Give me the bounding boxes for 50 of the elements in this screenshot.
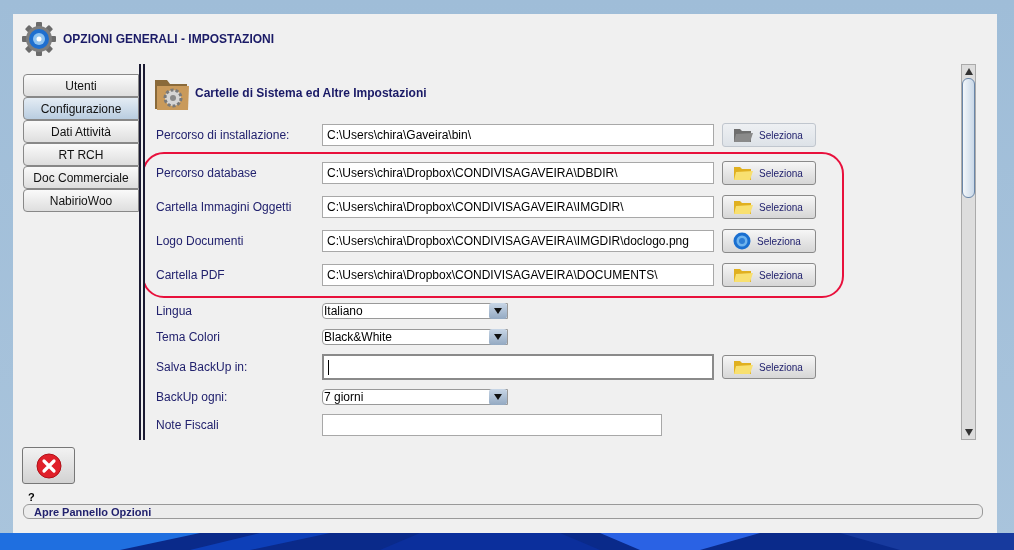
dropdown[interactable]: Italiano [322, 303, 508, 319]
path-field[interactable]: C:\Users\chira\Dropbox\CONDIVISAGAVEIRA\IMGDIR\ [322, 196, 714, 218]
field-label: Percorso database [156, 166, 258, 180]
gear-icon [21, 21, 57, 57]
folder-icon [733, 267, 753, 283]
help-mark: ? [28, 491, 36, 504]
caret-icon [494, 308, 502, 314]
folder-icon [733, 199, 753, 215]
select-button[interactable]: Seleziona [722, 229, 816, 253]
folder-icon [733, 165, 753, 181]
field-label: Salva BackUp in: [156, 360, 249, 374]
tab[interactable]: NabirioWoo [23, 189, 139, 212]
text-field[interactable] [322, 414, 662, 436]
field-label: Logo Documenti [156, 234, 245, 248]
field-label: Tema Colori [156, 330, 222, 344]
field-label: Cartella PDF [156, 268, 226, 282]
folder-icon [733, 359, 753, 375]
scroll-up-icon[interactable] [964, 68, 973, 75]
path-field[interactable]: C:\Users\chira\Dropbox\CONDIVISAGAVEIRA\DBDIR\ [322, 162, 714, 184]
tab[interactable]: Dati Attività [23, 120, 139, 143]
path-field[interactable] [322, 354, 714, 380]
dropdown[interactable]: Black&White [322, 329, 508, 345]
close-button[interactable] [22, 447, 75, 484]
field-label: Note Fiscali [156, 418, 220, 432]
scrollbar[interactable] [961, 64, 976, 440]
tab[interactable]: Doc Commerciale [23, 166, 139, 189]
window-title: OPZIONI GENERALI - IMPOSTAZIONI [63, 32, 275, 46]
tab[interactable]: RT RCH [23, 143, 139, 166]
field-label: Cartella Immagini Oggetti [156, 200, 293, 214]
status-text: Apre Pannello Opzioni [34, 505, 152, 518]
field-label: BackUp ogni: [156, 390, 229, 404]
path-field[interactable]: C:\Users\chira\Gaveira\bin\ [322, 124, 714, 146]
field-label: Percorso di installazione: [156, 128, 291, 142]
path-field[interactable]: C:\Users\chira\Dropbox\CONDIVISAGAVEIRA\DOCUMENTS\ [322, 264, 714, 286]
tab[interactable]: Configurazione [23, 97, 139, 120]
close-icon [35, 452, 62, 479]
select-button[interactable]: Seleziona [722, 355, 816, 379]
path-field[interactable]: C:\Users\chira\Dropbox\CONDIVISAGAVEIRA\IMGDIR\doclogo.png [322, 230, 714, 252]
select-button[interactable]: Seleziona [722, 161, 816, 185]
select-button[interactable]: Seleziona [722, 195, 816, 219]
tab[interactable]: Utenti [23, 74, 139, 97]
folder-icon [733, 127, 753, 143]
scroll-down-icon[interactable] [964, 429, 973, 436]
caret-icon [494, 334, 502, 340]
caret-icon [494, 394, 502, 400]
section-title: Cartelle di Sistema ed Altre Impostazioni [195, 86, 427, 100]
select-button[interactable]: Seleziona [722, 263, 816, 287]
dropdown[interactable]: 7 giorni [322, 389, 508, 405]
field-label: Lingua [156, 304, 194, 318]
globe-icon [733, 232, 751, 250]
